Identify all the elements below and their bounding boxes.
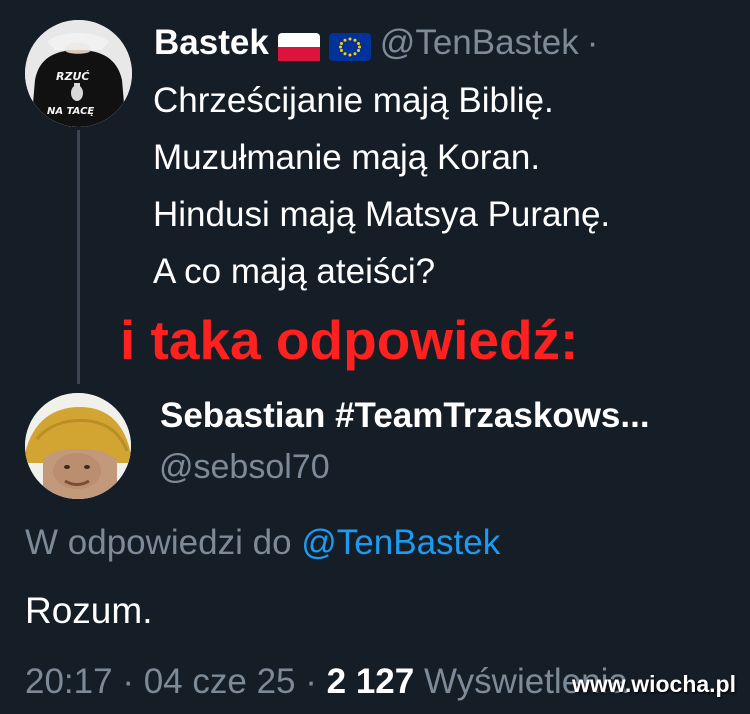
flag-poland-icon xyxy=(277,30,320,61)
reply-body: Rozum. xyxy=(25,590,153,631)
avatar-photo-icon xyxy=(25,393,131,499)
header-separator: · xyxy=(586,23,599,62)
reply-meta-row: 20:17 · 04 cze 25 · 2 127 Wyświetlenia xyxy=(25,662,628,702)
site-watermark: www.wiocha.pl xyxy=(572,671,736,697)
tweet-line-4: A co mają ateiści? xyxy=(153,252,436,291)
bastek-avatar[interactable]: RZUĆ NA TACĘ xyxy=(25,20,132,127)
tweet-line-2: Muzułmanie mają Koran. xyxy=(153,138,541,177)
reply-author-handle[interactable]: @sebsol70 xyxy=(159,448,330,487)
tweet-body: Chrześcijanie mają Biblię. Muzułmanie ma… xyxy=(153,72,733,300)
tweet-line-3: Hindusi mają Matsya Puranę. xyxy=(153,195,611,234)
screenshot-page: RZUĆ NA TACĘ Bastek @TenBastek · Chrześc… xyxy=(0,0,750,714)
shirt-text-top: RZUĆ xyxy=(56,70,89,83)
views-count[interactable]: 2 127 xyxy=(327,662,415,701)
avatar-photo-icon: RZUĆ NA TACĘ xyxy=(25,20,132,127)
author-name[interactable]: Bastek xyxy=(154,23,269,63)
meta-separator-2: · xyxy=(305,662,317,701)
reply-author-name[interactable]: Sebastian #TeamTrzaskows... xyxy=(160,396,650,436)
meta-separator-1: · xyxy=(122,662,134,701)
shirt-text-bottom: NA TACĘ xyxy=(47,106,94,117)
flag-eu-icon xyxy=(328,30,371,61)
author-handle[interactable]: @TenBastek xyxy=(380,23,579,63)
reply-time[interactable]: 20:17 xyxy=(25,662,113,701)
reply-to-label: W odpowiedzi do xyxy=(25,523,292,562)
thread-connector-line xyxy=(77,130,80,384)
overlay-caption: i taka odpowiedź: xyxy=(120,309,579,371)
tweet-author-row: Bastek @TenBastek · xyxy=(154,19,598,67)
reply-to-handle-link[interactable]: @TenBastek xyxy=(301,523,500,562)
tweet-line-1: Chrześcijanie mają Biblię. xyxy=(153,81,554,120)
reply-date[interactable]: 04 cze 25 xyxy=(144,662,296,701)
sebastian-avatar[interactable] xyxy=(25,393,131,499)
reply-to-line: W odpowiedzi do @TenBastek xyxy=(25,523,500,563)
